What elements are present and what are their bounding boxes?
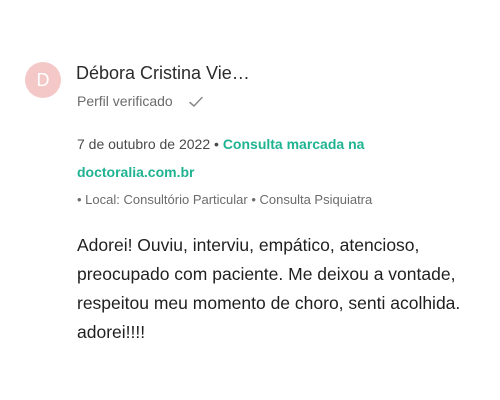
meta-separator: •	[210, 136, 223, 152]
avatar-initial: D	[36, 70, 50, 90]
review-card: D Débora Cristina Vie… Perfil verificado…	[0, 0, 500, 400]
review-meta: 7 de outubro de 2022 • Consulta marcada …	[77, 130, 477, 186]
consultation-location: • Local: Consultório Particular • Consul…	[77, 192, 373, 207]
check-icon	[188, 95, 203, 107]
review-text: Adorei! Ouviu, interviu, empático, atenc…	[77, 235, 461, 342]
verified-row: Perfil verificado	[77, 93, 203, 109]
verified-label: Perfil verificado	[77, 93, 173, 109]
review-date: 7 de outubro de 2022	[77, 136, 211, 152]
author-name[interactable]: Débora Cristina Vie…	[76, 63, 250, 84]
avatar: D	[25, 62, 61, 98]
